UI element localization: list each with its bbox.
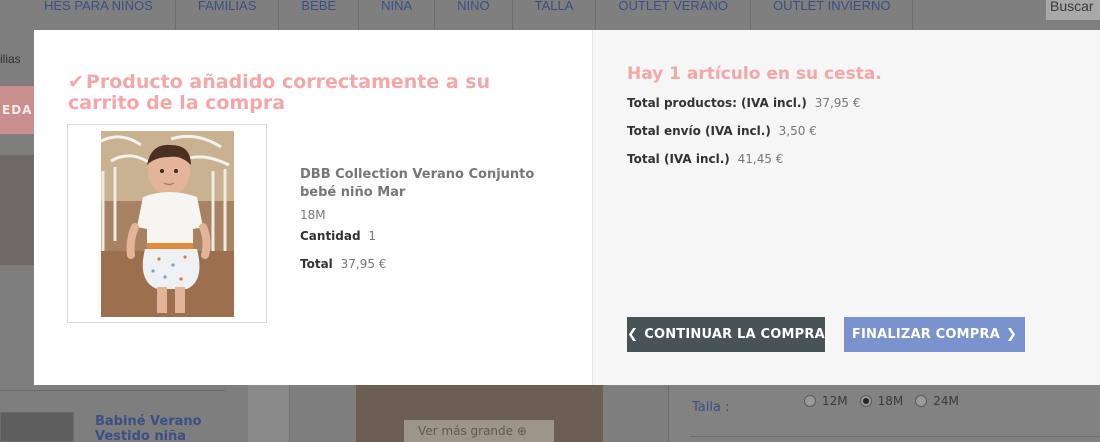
added-confirmation-title: ✔ Producto añadido correctamente a su car… xyxy=(68,72,568,114)
continue-shopping-label: CONTINUAR LA COMPRA xyxy=(644,327,825,342)
size-option-24m[interactable]: 24M xyxy=(915,394,959,408)
shipping-label: Total envío (IVA incl.) xyxy=(627,124,771,138)
breadcrumb[interactable]: ilias xyxy=(0,52,21,66)
radio-icon[interactable] xyxy=(804,395,816,407)
product-name: DBB Collection Verano Conjunto bebé niño… xyxy=(300,167,535,200)
nav-item-ninos[interactable]: HES PARA NIÑOS xyxy=(0,0,176,30)
size-option-label: 24M xyxy=(933,394,959,408)
product-attribute: 18M xyxy=(300,208,326,222)
total-label: Total xyxy=(300,257,333,271)
divider xyxy=(0,390,225,391)
nav-item-outlet-invierno[interactable]: OUTLET INVIERNO xyxy=(751,0,914,30)
nav-item-bebe[interactable]: BEBE xyxy=(279,0,360,30)
continue-shopping-button[interactable]: ❮ CONTINUAR LA COMPRA xyxy=(627,317,825,352)
grand-total-row: Total (IVA incl.) 41,45 € xyxy=(627,152,783,166)
total-products-value: 37,95 € xyxy=(814,96,861,110)
size-option-12m[interactable]: 12M xyxy=(804,394,848,408)
quantity-label: Cantidad xyxy=(300,229,361,243)
pink-banner: EDA xyxy=(0,86,34,134)
search-button[interactable]: Buscar xyxy=(1046,0,1100,20)
grand-total-label: Total (IVA incl.) xyxy=(627,152,730,166)
added-title-text: Producto añadido correctamente a su carr… xyxy=(68,71,491,114)
size-selector: 12M 18M 24M xyxy=(804,394,959,408)
product-total: Total 37,95 € xyxy=(300,257,386,271)
shipping-row: Total envío (IVA incl.) 3,50 € xyxy=(627,124,817,138)
modal-cart-summary: Hay 1 artículo en su cesta. Total produc… xyxy=(593,30,1100,385)
grand-total-value: 41,45 € xyxy=(737,152,784,166)
zoom-label: Ver más grande xyxy=(418,424,514,438)
size-option-label: 18M xyxy=(877,394,904,408)
add-to-cart-modal: ✔ Producto añadido correctamente a su car… xyxy=(34,30,1100,385)
nav-item-outlet-verano[interactable]: OUTLET VERANO xyxy=(596,0,751,30)
thumbnail-column xyxy=(248,385,290,442)
checkout-label: FINALIZAR COMPRA xyxy=(851,327,1001,342)
nav-item-talla[interactable]: TALLA xyxy=(513,0,597,30)
total-products-row: Total productos: (IVA incl.) 37,95 € xyxy=(627,96,861,110)
divider xyxy=(690,436,1100,437)
zoom-button[interactable]: Ver más grande ⊕ xyxy=(404,420,554,442)
quantity-value: 1 xyxy=(368,229,377,243)
product-photo xyxy=(101,131,234,317)
category-thumbnail[interactable] xyxy=(0,155,34,265)
product-quantity: Cantidad 1 xyxy=(300,229,376,243)
radio-icon[interactable] xyxy=(915,395,928,407)
shipping-value: 3,50 € xyxy=(778,124,817,138)
related-product-name[interactable]: Babiné Verano Vestido niña xyxy=(95,414,235,442)
chevron-left-icon: ❮ xyxy=(627,327,639,342)
check-icon: ✔ xyxy=(68,71,84,93)
total-value: 37,95 € xyxy=(340,257,387,271)
size-option-label: 12M xyxy=(822,394,848,408)
cart-count-title: Hay 1 artículo en su cesta. xyxy=(627,64,882,84)
related-product-thumbnail[interactable] xyxy=(0,412,74,442)
nav-item-nina[interactable]: NIÑA xyxy=(359,0,436,30)
size-option-18m[interactable]: 18M xyxy=(859,394,904,408)
chevron-right-icon: ❯ xyxy=(1006,327,1018,342)
product-image-frame xyxy=(67,124,267,323)
size-label: Talla : xyxy=(692,400,730,415)
zoom-plus-icon: ⊕ xyxy=(516,424,527,438)
checkout-button[interactable]: FINALIZAR COMPRA ❯ xyxy=(844,317,1025,352)
modal-product-section: ✔ Producto añadido correctamente a su car… xyxy=(34,30,593,385)
nav-item-nino[interactable]: NIÑO xyxy=(435,0,513,30)
radio-checked-icon[interactable] xyxy=(859,395,872,407)
nav-item-familias[interactable]: FAMILIAS xyxy=(176,0,280,30)
total-products-label: Total productos: (IVA incl.) xyxy=(627,96,807,110)
top-navigation: HES PARA NIÑOS FAMILIAS BEBE NIÑA NIÑO T… xyxy=(0,0,1100,30)
